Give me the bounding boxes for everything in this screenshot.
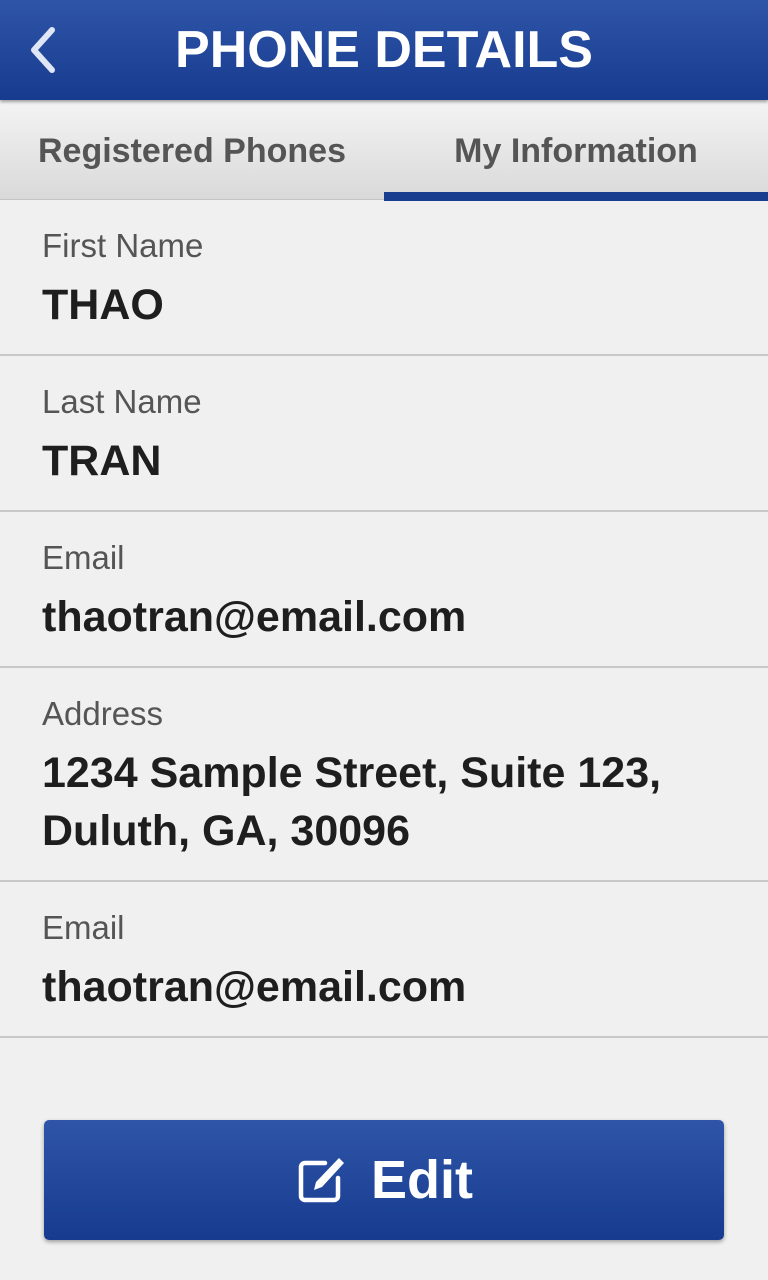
field-first-name: First Name THAO [0,200,768,356]
edit-button-label: Edit [371,1150,473,1210]
field-value: thaotran@email.com [42,963,467,1011]
field-label: Address [42,695,164,732]
tab-label: Registered Phones [38,132,346,170]
field-value: TRAN [42,437,162,485]
field-email-secondary: Email thaotran@email.com [0,882,768,1038]
edit-button[interactable]: Edit [44,1120,724,1240]
tab-registered-phones[interactable]: Registered Phones [0,100,384,200]
field-email: Email thaotran@email.com [0,512,768,668]
field-value: 1234 Sample Street, Suite 123, Duluth, G… [42,749,662,855]
field-label: Email [42,539,125,576]
field-address: Address 1234 Sample Street, Suite 123, D… [0,668,768,882]
field-label: Email [42,909,125,946]
field-value: THAO [42,281,164,329]
field-last-name: Last Name TRAN [0,356,768,512]
field-label: Last Name [42,383,202,420]
app-header: PHONE DETAILS [0,0,768,100]
tab-my-information[interactable]: My Information [384,100,768,201]
edit-pencil-icon [295,1154,347,1206]
tab-label: My Information [454,132,698,170]
field-label: First Name [42,227,204,264]
field-value: thaotran@email.com [42,593,467,641]
tab-bar: Registered Phones My Information [0,100,768,201]
information-list: First Name THAO Last Name TRAN Email tha… [0,200,768,1038]
page-title: PHONE DETAILS [175,21,593,79]
